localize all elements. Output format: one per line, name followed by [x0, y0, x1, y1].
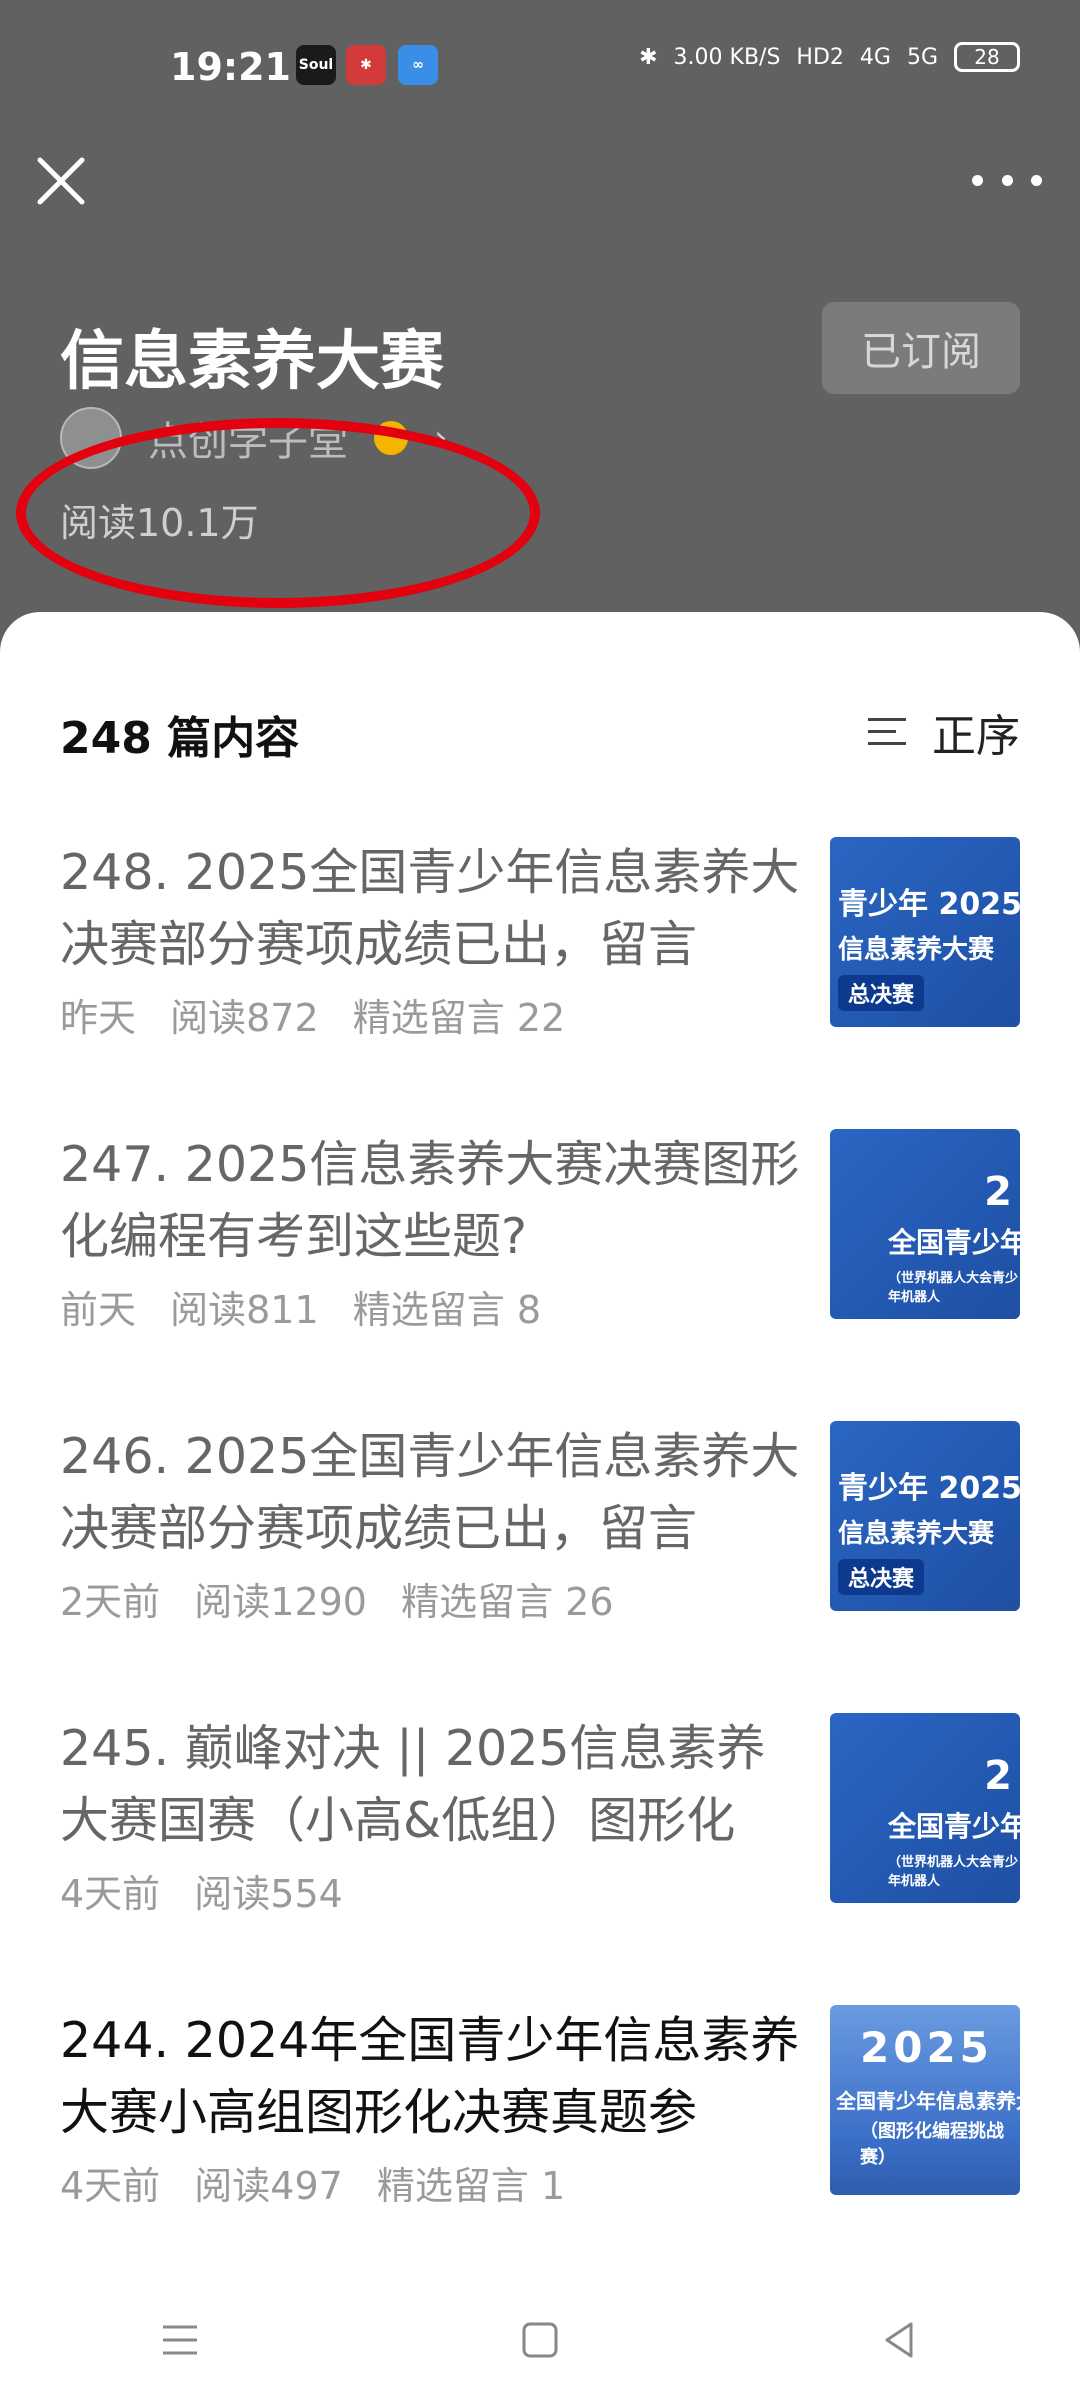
flower-app-icon: ✱: [346, 45, 386, 85]
article-thumbnail: 青少年 2025 信息素养大赛 总决赛: [830, 837, 1020, 1027]
article-comments: 精选留言 1: [376, 2164, 566, 2208]
article-title: 248. 2025全国青少年信息素养大决赛部分赛项成绩已出，留言: [60, 844, 800, 973]
signal-4g-icon: 4G: [859, 44, 891, 70]
signal-5g-icon: 5G: [906, 44, 938, 70]
article-meta: 4天前 阅读497 精选留言 1: [60, 2155, 587, 2210]
thumb-text: 2: [984, 1753, 1012, 1799]
battery-icon: 28: [954, 42, 1020, 72]
thumb-text: 总决赛: [838, 975, 925, 1011]
status-bar: 19:21 Soul ✱ ∞ ✱ 3.00 KB/S HD2 4G 5G 28: [0, 0, 1080, 140]
more-dot-icon: [972, 174, 983, 186]
link-app-icon: ∞: [398, 45, 438, 85]
article-reads: 阅读811: [170, 1288, 319, 1332]
article-time: 4天前: [60, 1872, 161, 1916]
menu-icon: [163, 2325, 197, 2355]
hd-icon: HD2: [796, 44, 844, 70]
article-time: 昨天: [60, 996, 137, 1040]
sort-label: 正序: [932, 711, 1020, 762]
thumb-text: （世界机器人大会青少年机器人: [888, 1271, 1019, 1305]
article-comments: 精选留言 22: [352, 996, 566, 1040]
article-meta: 昨天 阅读872 精选留言 22: [60, 987, 587, 1042]
net-speed: 3.00 KB/S: [673, 44, 781, 70]
more-options-button[interactable]: [972, 160, 1042, 200]
thumb-text: 全国青少年: [888, 1810, 1020, 1843]
thumb-text: 青少年 2025: [838, 1471, 1020, 1506]
article-time: 4天前: [60, 2164, 161, 2208]
home-button[interactable]: [515, 2315, 565, 2365]
thumb-text: 青少年 2025: [838, 887, 1020, 922]
subscribed-button[interactable]: 已订阅: [822, 302, 1020, 394]
close-button[interactable]: [30, 150, 92, 212]
article-time: 2天前: [60, 1580, 161, 1624]
bluetooth-icon: ✱: [639, 44, 658, 70]
article-meta: 2天前 阅读1290 精选留言 26: [60, 1571, 636, 1626]
article-item[interactable]: 248. 2025全国青少年信息素养大决赛部分赛项成绩已出，留言 昨天 阅读87…: [60, 837, 1020, 1040]
sort-icon: [868, 714, 914, 750]
sort-toggle[interactable]: 正序: [868, 700, 1020, 764]
more-dot-icon: [1001, 174, 1013, 186]
thumb-text: 总决赛: [838, 1559, 925, 1595]
more-dot-icon: [1031, 174, 1042, 186]
article-item[interactable]: 247. 2025信息素养大赛决赛图形化编程有考到这些题? 前天 阅读811 精…: [60, 1129, 1020, 1332]
thumb-text: 全国青少年信息素养大: [836, 2089, 1020, 2113]
article-item[interactable]: 246. 2025全国青少年信息素养大决赛部分赛项成绩已出，留言 2天前 阅读1…: [60, 1421, 1020, 1624]
status-time: 19:21: [170, 45, 291, 89]
thumb-text: 信息素养大赛: [838, 935, 995, 965]
red-highlight-oval: [16, 418, 540, 608]
article-comments: 精选留言 8: [352, 1288, 541, 1332]
article-comments: 精选留言 26: [401, 1580, 614, 1624]
thumb-text: 全国青少年: [888, 1226, 1020, 1259]
close-icon: [37, 157, 85, 205]
article-reads: 阅读554: [194, 1872, 343, 1916]
article-meta: 4天前 阅读554: [60, 1863, 365, 1918]
thumb-text: （世界机器人大会青少年机器人: [888, 1855, 1019, 1889]
collection-title: 信息素养大赛: [60, 325, 444, 399]
article-thumbnail: 2 全国青少年 （世界机器人大会青少年机器人: [830, 1713, 1020, 1903]
soul-app-icon: Soul: [296, 45, 336, 85]
article-thumbnail: 青少年 2025 信息素养大赛 总决赛: [830, 1421, 1020, 1611]
article-meta: 前天 阅读811 精选留言 8: [60, 1279, 563, 1334]
article-time: 前天: [60, 1288, 137, 1332]
thumb-text: 2025: [860, 2023, 993, 2072]
article-item[interactable]: 244. 2024年全国青少年信息素养大赛小高组图形化决赛真题参 4天前 阅读4…: [60, 2005, 1020, 2208]
article-title: 247. 2025信息素养大赛决赛图形化编程有考到这些题?: [60, 1136, 800, 1265]
system-nav-bar: [0, 2280, 1080, 2400]
status-indicators: ✱ 3.00 KB/S HD2 4G 5G 28: [639, 42, 1020, 72]
square-icon: [522, 2322, 558, 2358]
triangle-back-icon: [885, 2322, 913, 2358]
thumb-text: 2: [984, 1169, 1012, 1215]
article-count: 248 篇内容: [60, 713, 300, 764]
article-title: 246. 2025全国青少年信息素养大决赛部分赛项成绩已出，留言: [60, 1428, 800, 1557]
back-button[interactable]: [875, 2315, 925, 2365]
article-reads: 阅读497: [194, 2164, 343, 2208]
thumb-text: （图形化编程挑战赛）: [860, 2121, 1004, 2168]
article-title: 244. 2024年全国青少年信息素养大赛小高组图形化决赛真题参: [60, 2012, 800, 2141]
thumb-text: 信息素养大赛: [838, 1519, 995, 1549]
article-reads: 阅读872: [170, 996, 319, 1040]
menu-button[interactable]: [155, 2315, 205, 2365]
article-thumbnail: 2 全国青少年 （世界机器人大会青少年机器人: [830, 1129, 1020, 1319]
article-title: 245. 巅峰对决 || 2025信息素养大赛国赛（小高&低组）图形化: [60, 1720, 766, 1849]
article-list-panel: 248 篇内容 正序 248. 2025全国青少年信息素养大决赛部分赛项成绩已出…: [0, 612, 1080, 2400]
article-reads: 阅读1290: [194, 1580, 367, 1624]
article-thumbnail: 2025 全国青少年信息素养大 （图形化编程挑战赛）: [830, 2005, 1020, 2195]
article-item[interactable]: 245. 巅峰对决 || 2025信息素养大赛国赛（小高&低组）图形化 4天前 …: [60, 1713, 1020, 1916]
